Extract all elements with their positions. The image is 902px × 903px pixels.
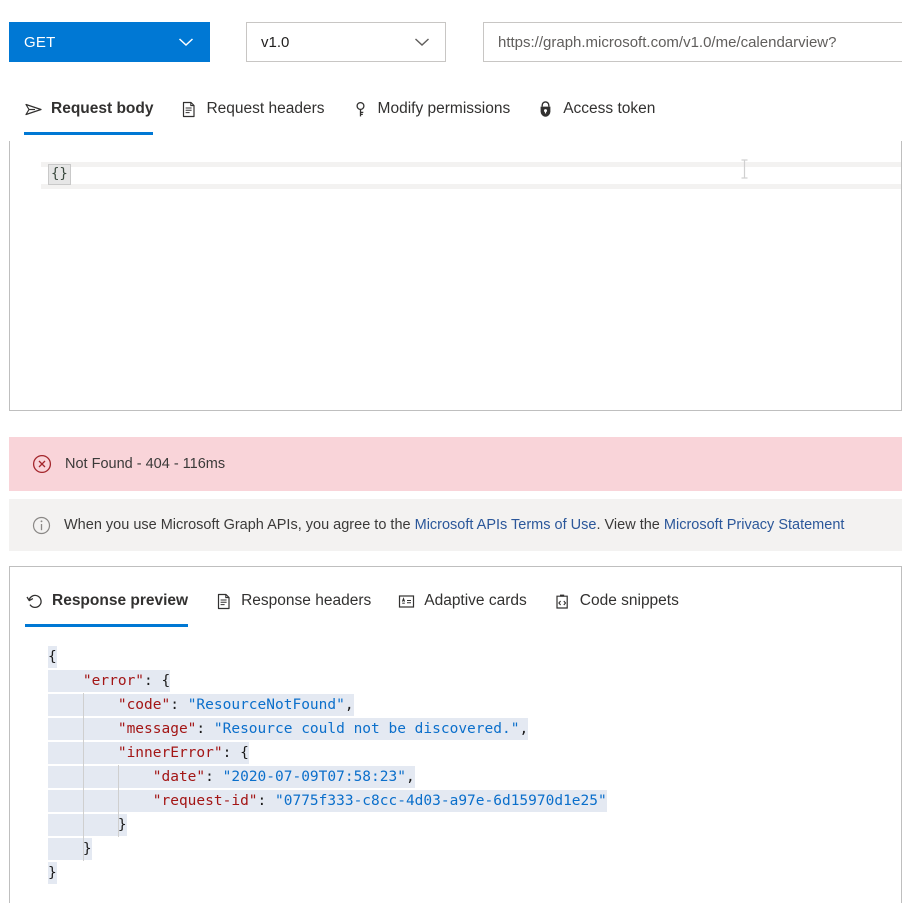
tab-modify-permissions[interactable]: Modify permissions [351,88,511,130]
response-preview-json[interactable]: { "error": { "code": "ResourceNotFound",… [10,645,901,903]
request-tabs: Request body Request headers Modify perm… [24,88,681,135]
json-line: "request-id": "0775f333-c8cc-4d03-a97e-6… [10,789,901,813]
indent-guide [117,765,119,837]
tab-label: Access token [563,100,656,117]
response-panel: Response preview Response headers Adapti… [9,566,902,903]
api-version-value: v1.0 [261,33,290,51]
tab-label: Adaptive cards [424,592,527,609]
lock-shield-icon [536,100,555,119]
tab-label: Modify permissions [377,100,511,117]
key-icon [351,100,370,119]
status-text: Not Found - 404 - 116ms [65,456,226,472]
request-panel: Request body Request headers Modify perm… [9,88,902,411]
tab-response-headers[interactable]: Response headers [214,580,371,622]
chevron-down-icon [411,31,433,53]
document-icon [214,592,233,611]
terms-text: When you use Microsoft Graph APIs, you a… [64,517,844,533]
json-line: "code": "ResourceNotFound", [10,693,901,717]
tab-response-preview[interactable]: Response preview [25,580,189,627]
link-privacy-statement[interactable]: Microsoft Privacy Statement [664,517,845,533]
indent-guide [82,693,84,861]
tab-request-body[interactable]: Request body [24,88,154,135]
request-body-value[interactable]: {} [48,164,71,185]
chevron-down-icon [175,31,197,53]
editor-rule [41,162,901,167]
tab-code-snippets[interactable]: Code snippets [553,580,679,622]
json-line: "message": "Resource could not be discov… [10,717,901,741]
editor-rule [41,184,901,189]
status-banner: Not Found - 404 - 116ms [9,437,902,491]
history-icon [25,592,44,611]
json-line: } [10,813,901,837]
json-line: } [10,837,901,861]
request-url-value[interactable]: https://graph.microsoft.com/v1.0/me/cale… [484,34,836,51]
terms-info-bar: When you use Microsoft Graph APIs, you a… [9,499,902,551]
send-icon [24,100,43,119]
tab-request-headers[interactable]: Request headers [179,88,325,130]
json-line: "innerError": { [10,741,901,765]
json-line: } [10,861,901,885]
tab-label: Request body [51,100,154,117]
document-icon [179,100,198,119]
http-method-value: GET [24,33,56,51]
tab-label: Request headers [206,100,325,117]
json-line: "error": { [10,669,901,693]
card-icon [397,592,416,611]
http-method-select[interactable]: GET [9,22,210,62]
json-line: { [10,645,901,669]
link-terms-of-use[interactable]: Microsoft APIs Terms of Use [415,517,597,533]
tab-label: Response headers [241,592,372,609]
terms-text-middle: . View the [596,517,664,533]
response-tabs: Response preview Response headers Adapti… [25,580,705,627]
query-bar: GET v1.0 https://graph.microsoft.com/v1.… [0,0,902,80]
tab-label: Code snippets [579,592,679,609]
error-circle-icon [31,453,53,475]
tab-access-token[interactable]: Access token [536,88,655,130]
request-body-editor[interactable]: {} [9,141,902,411]
text-cursor-icon [740,159,749,179]
tab-label: Response preview [52,592,189,609]
terms-text-before: When you use Microsoft Graph APIs, you a… [64,517,415,533]
api-version-select[interactable]: v1.0 [246,22,446,62]
info-circle-icon [31,515,52,536]
code-clipboard-icon [553,592,572,611]
tab-adaptive-cards[interactable]: Adaptive cards [397,580,527,622]
request-url-field[interactable]: https://graph.microsoft.com/v1.0/me/cale… [483,22,902,62]
json-line: "date": "2020-07-09T07:58:23", [10,765,901,789]
